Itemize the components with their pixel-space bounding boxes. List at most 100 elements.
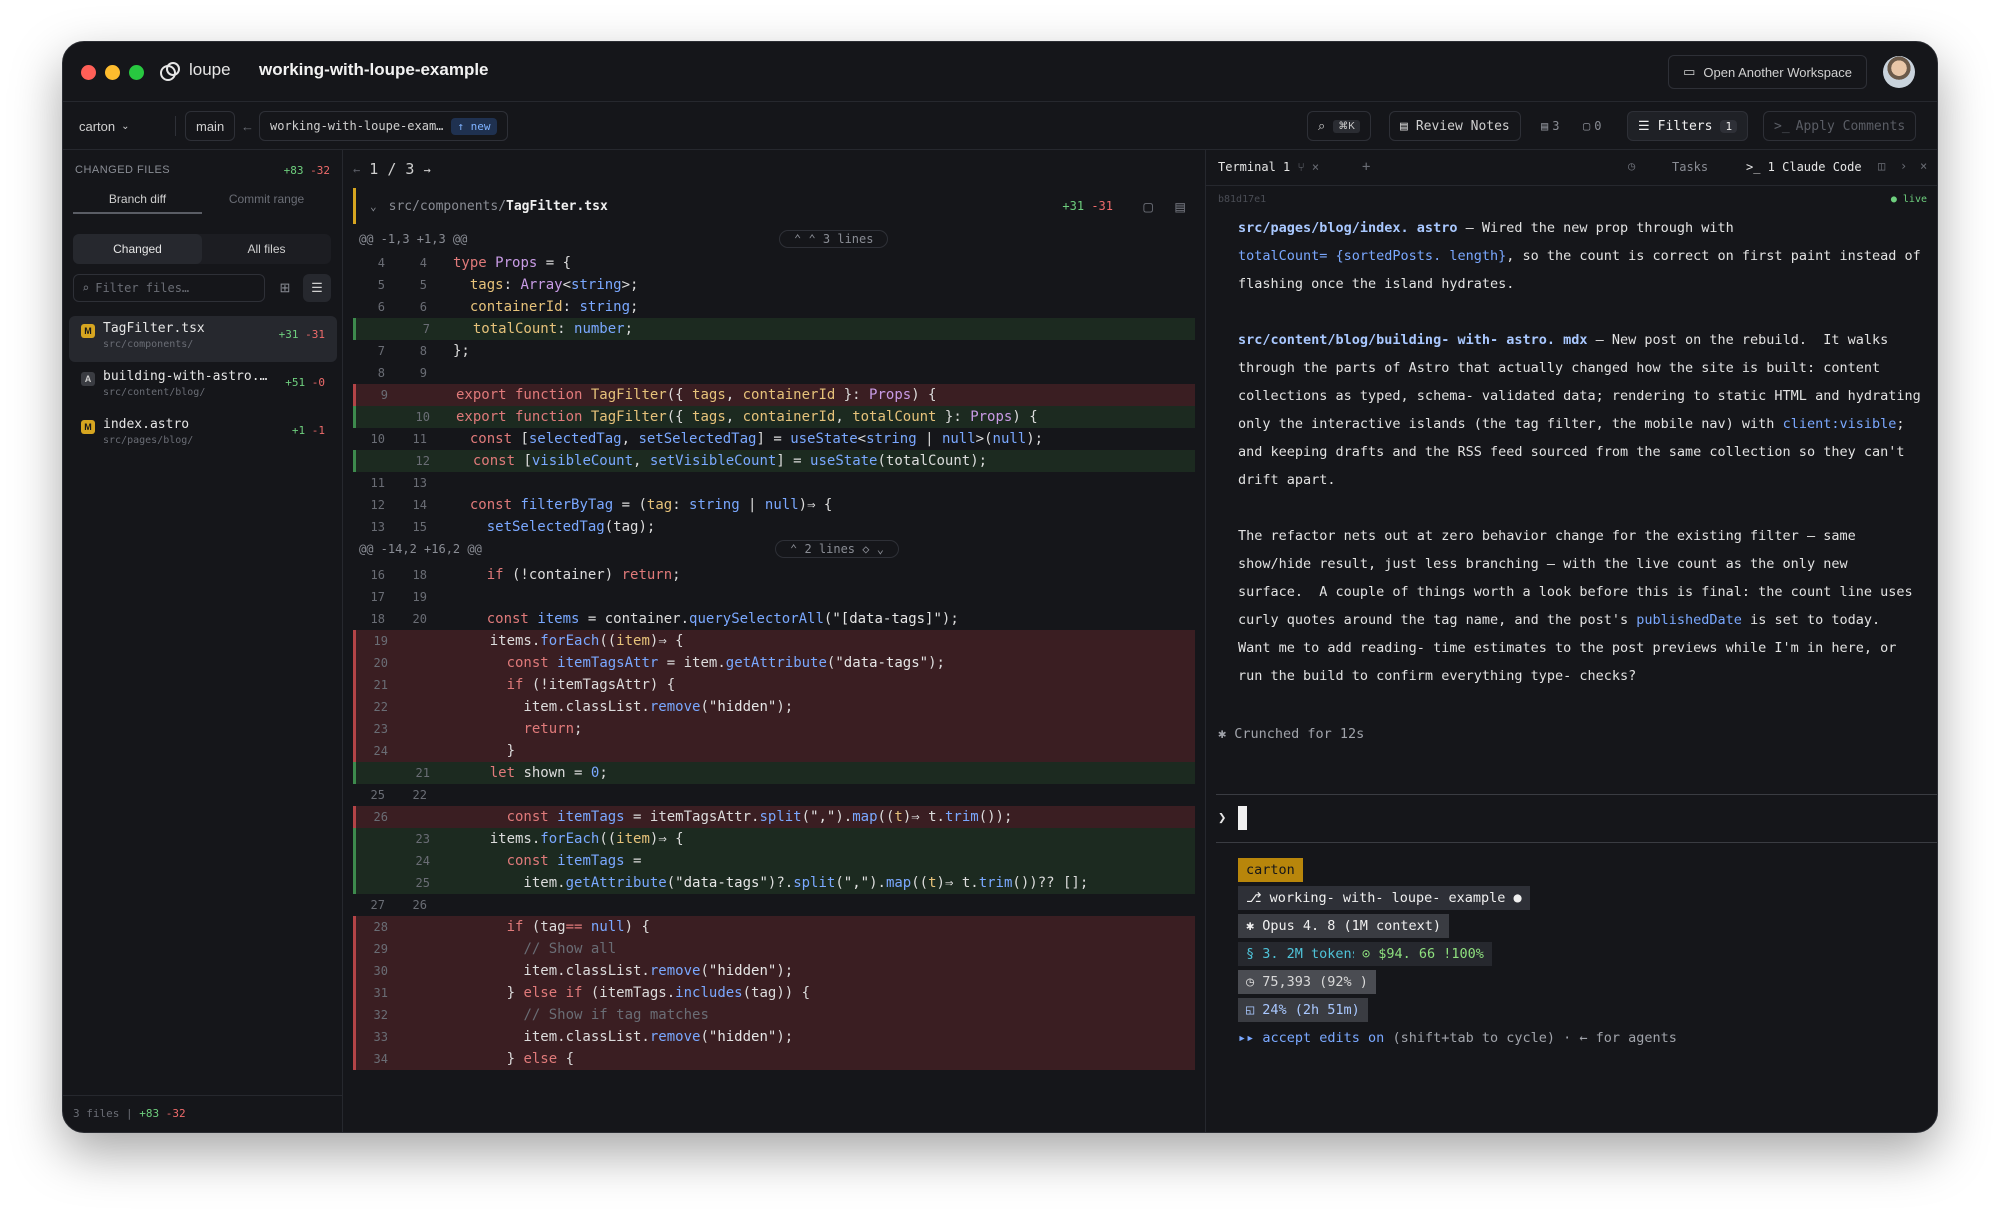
file-icon[interactable]: ▤	[1175, 197, 1185, 216]
tree-view-icon[interactable]: ⊞	[271, 274, 299, 302]
file-item-index-astro[interactable]: M index.astro src/pages/blog/ +1 -1	[69, 412, 337, 458]
comment-icon: ▢	[1583, 119, 1591, 133]
code-line: 55 tags: Array<string>;	[377, 277, 639, 293]
file-name: TagFilter.tsx	[103, 321, 205, 336]
minimize-window-button[interactable]	[105, 65, 120, 80]
close-icon[interactable]: ×	[1312, 160, 1319, 174]
live-indicator: ● live	[1890, 194, 1927, 205]
app-window: loupe working-with-loupe-example ▭ Open …	[62, 41, 1938, 1133]
filter-icon: ☰	[1638, 118, 1650, 134]
expand-lines-button[interactable]: ⌃ ⌃ 3 lines	[779, 230, 889, 248]
added-badge: A	[81, 372, 95, 386]
filters-button[interactable]: ☰ Filters 1	[1627, 111, 1749, 141]
code-line: 25 22	[370, 788, 427, 802]
footer-add: +83	[139, 1107, 160, 1120]
file-path: src/pages/blog/	[103, 435, 194, 446]
window-icon: ▭	[1683, 64, 1696, 79]
mode-icon: ▸▸	[1238, 1030, 1263, 1046]
file-pager[interactable]: ← 1 / 3 →	[353, 160, 431, 178]
status-cost: ⊙ $94. 66 !100%	[1354, 942, 1492, 966]
file-name: TagFilter.tsx	[506, 198, 608, 214]
code-line: 34 } else {	[353, 1048, 1195, 1070]
filter-files-input[interactable]: ⌕ Filter files…	[73, 274, 265, 302]
toolbar: carton ⌄ main ← working-with-loupe-exam… ↑…	[63, 102, 1937, 150]
segment-all-files[interactable]: All files	[202, 234, 331, 264]
crunched-status: ✱ Crunched for 12s	[1218, 726, 1365, 742]
tab-branch-diff[interactable]: Branch diff	[73, 184, 202, 214]
status-tokens: § 3. 2M tokens	[1238, 942, 1368, 966]
notes-count: ▤ 3	[1541, 111, 1559, 141]
file-add: +51	[285, 376, 306, 389]
file-path: src/components/	[103, 339, 194, 350]
split-icon[interactable]: ◫	[1878, 159, 1885, 173]
status-usage: ◱ 24% (2h 51m)	[1238, 998, 1368, 1022]
list-view-icon[interactable]: ☰	[303, 274, 331, 302]
code-line: 31 } else if (itemTags.includes(tag)) {	[353, 982, 1195, 1004]
total-del: -32	[310, 164, 330, 177]
code-line: 9 export function TagFilter({ tags, conta…	[353, 384, 1195, 406]
file-name: index.astro	[103, 417, 190, 432]
tab-tasks[interactable]: Tasks	[1672, 160, 1708, 174]
filters-count: 1	[1720, 119, 1738, 133]
history-icon[interactable]: ◷	[1628, 159, 1635, 173]
tab-terminal-1[interactable]: Terminal 1 ⑂ ×	[1218, 160, 1319, 174]
add-tab-icon[interactable]: +	[1362, 159, 1370, 175]
apply-comments-button[interactable]: >_ Apply Comments	[1763, 111, 1917, 141]
chevron-right-icon[interactable]: ›	[1900, 159, 1907, 173]
avatar[interactable]	[1883, 56, 1915, 88]
filter-placeholder: Filter files…	[95, 281, 190, 295]
code-line: 89	[377, 366, 427, 380]
terminal-icon: >_	[1774, 118, 1790, 134]
comment-icon[interactable]: ▢	[1143, 197, 1153, 216]
file-del: -31	[1091, 199, 1113, 213]
shortcut-hint: ⌘K	[1333, 119, 1360, 133]
branch-icon: ⑂	[1297, 160, 1305, 174]
terminal-input[interactable]: ❯	[1216, 798, 1937, 838]
tab-claude-code[interactable]: >_ 1 Claude Code	[1746, 160, 1862, 174]
terminal-panel: Terminal 1 ⑂ × + ◷ Tasks >_ 1 Claude Cod…	[1205, 150, 1937, 1132]
file-scope-toggle: Changed All files	[73, 234, 331, 264]
review-notes-button[interactable]: ▤ Review Notes	[1389, 111, 1521, 141]
code-line: 4 4 type Props = {	[377, 255, 572, 271]
expand-lines-button[interactable]: ⌃ 2 lines ◇ ⌄	[775, 540, 899, 558]
file-item-building-with-astro[interactable]: A building-with-astro.… src/content/blog…	[69, 364, 337, 410]
search-button[interactable]: ⌕ ⌘K	[1307, 111, 1371, 141]
code-line: 28 if (tag== null) {	[353, 916, 1195, 938]
mode-label: accept edits on	[1262, 1030, 1385, 1046]
chevron-down-icon: ⌄	[121, 120, 130, 132]
close-icon[interactable]: ×	[1920, 159, 1927, 173]
notes-icon: ▤	[1400, 118, 1408, 134]
code-line: 25 item.getAttribute("data-tags")?.split…	[353, 872, 1195, 894]
tab-commit-range[interactable]: Commit range	[202, 184, 331, 214]
segment-changed[interactable]: Changed	[73, 234, 202, 264]
arrow-right-icon[interactable]: →	[423, 163, 430, 177]
close-window-button[interactable]	[81, 65, 96, 80]
terminal-tab-label: Terminal 1	[1218, 160, 1291, 174]
loupe-logo-icon	[160, 62, 180, 81]
code-line: 23 return;	[353, 718, 1195, 740]
base-branch[interactable]: main	[185, 111, 236, 141]
status-repo: carton	[1238, 858, 1303, 882]
chevron-down-icon[interactable]: ⌄	[370, 200, 377, 213]
file-item-tagfilter[interactable]: M TagFilter.tsx src/components/ +31 -31	[69, 316, 337, 362]
target-branch[interactable]: working-with-loupe-exam… ↑ new	[259, 111, 508, 141]
code-line: 10 export function TagFilter({ tags, cont…	[353, 406, 1195, 428]
review-notes-label: Review Notes	[1415, 118, 1510, 134]
zoom-window-button[interactable]	[129, 65, 144, 80]
open-another-workspace-button[interactable]: ▭ Open Another Workspace	[1668, 55, 1867, 89]
file-icon: ▤	[1541, 119, 1549, 133]
target-branch-label: working-with-loupe-exam…	[270, 119, 444, 133]
modified-badge: M	[81, 324, 95, 338]
open-workspace-label: Open Another Workspace	[1703, 64, 1852, 80]
file-del: -1	[311, 424, 325, 437]
file-add: +31	[278, 328, 299, 341]
repo-selector[interactable]: carton ⌄	[79, 111, 130, 141]
mode-line: ▸▸ accept edits on (shift+tab to cycle) …	[1238, 1026, 1677, 1050]
code-line: 22 item.classList.remove("hidden");	[353, 696, 1195, 718]
code-line: 10 11 const [selectedTag, setSelectedTag]…	[370, 431, 1044, 447]
changed-files-sidebar: CHANGED FILES +83 -32 Branch diff Commit…	[63, 150, 343, 1132]
arrow-left-icon[interactable]: ←	[353, 163, 360, 177]
mode-hint: (shift+tab to cycle) · ← for agents	[1384, 1030, 1677, 1046]
code-line: 23 items.forEach((item)⇒ {	[353, 828, 1195, 850]
code-line: 19 items.forEach((item)⇒ {	[353, 630, 1195, 652]
